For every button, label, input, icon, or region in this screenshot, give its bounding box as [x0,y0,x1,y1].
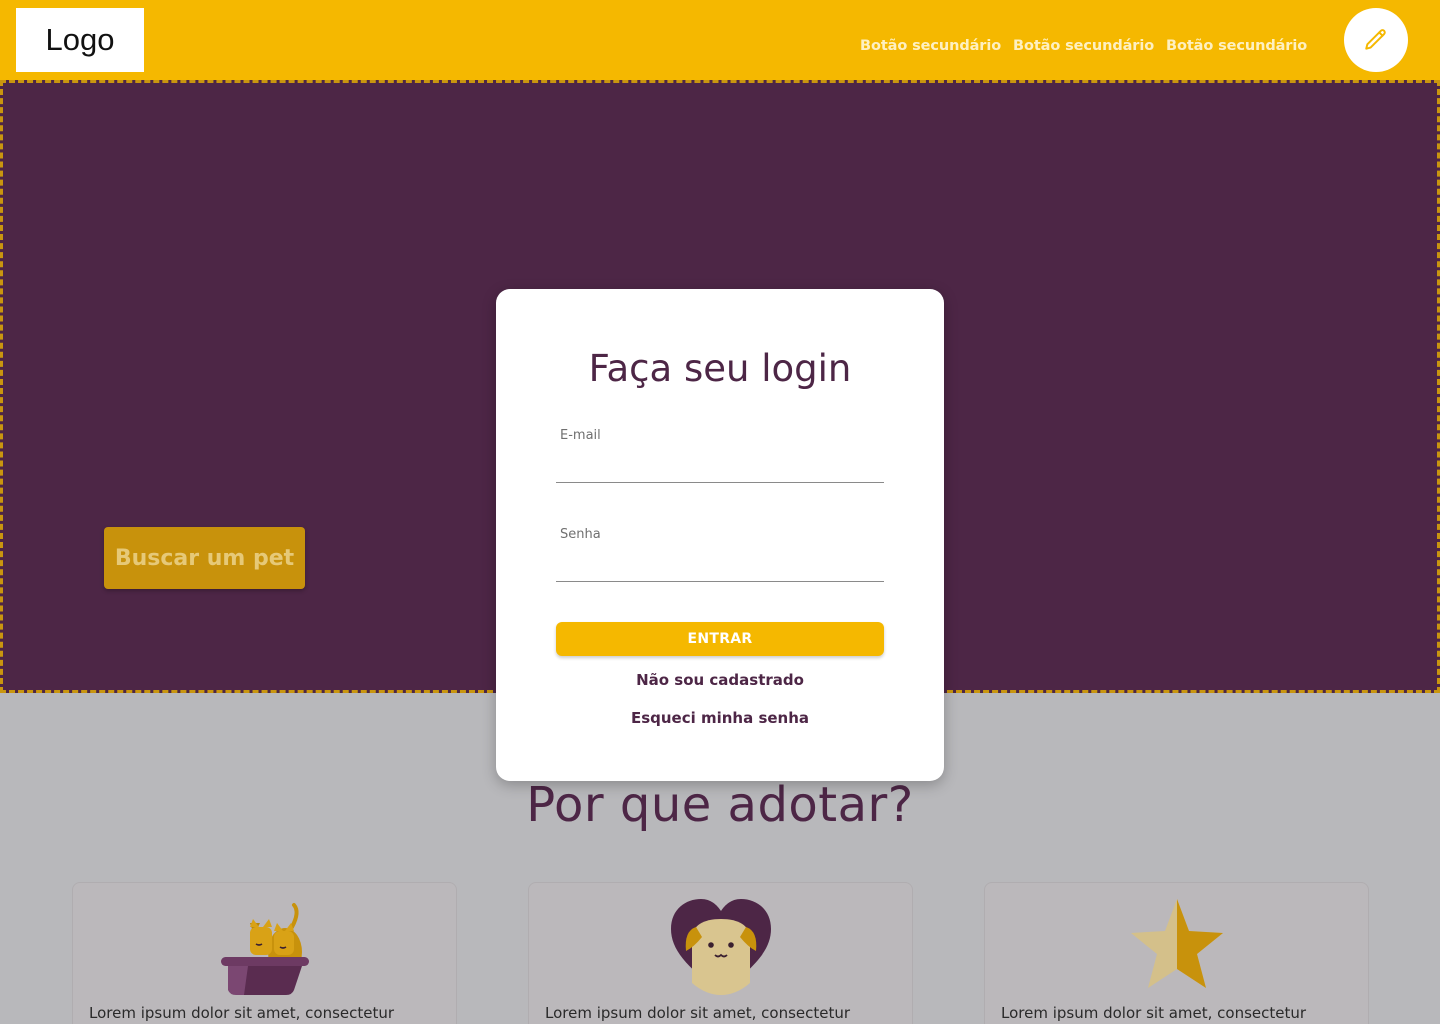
why-card-2-text: Lorem ipsum dolor sit amet, consectetur [545,1004,851,1022]
why-card-1: Lorem ipsum dolor sit amet, consectetur [72,882,457,1024]
register-link[interactable]: Não sou cadastrado [496,671,944,689]
edit-button[interactable] [1344,8,1408,72]
dog-heart-icon [670,899,771,995]
why-card-1-text: Lorem ipsum dolor sit amet, consectetur [89,1004,395,1022]
email-field[interactable] [556,455,884,483]
nav-secondary-button-3[interactable]: Botão secundário [1166,38,1307,54]
logo[interactable]: Logo [16,8,144,72]
search-pet-button[interactable]: Buscar um pet [104,527,305,589]
login-title: Faça seu login [588,347,852,390]
nav-secondary-button-1[interactable]: Botão secundário [860,38,1001,54]
star-icon [1130,899,1223,988]
nav-secondary-button-2[interactable]: Botão secundário [1013,38,1154,54]
login-submit-button[interactable]: ENTRAR [556,622,884,656]
email-label: E-mail [560,428,601,443]
password-label: Senha [560,527,601,542]
password-field[interactable] [556,554,884,582]
login-modal: Faça seu login E-mail Senha ENTRAR Não s… [496,289,944,781]
forgot-password-link[interactable]: Esqueci minha senha [496,709,944,727]
top-header: Logo Botão secundário Botão secundário B… [0,0,1440,80]
pencil-icon [1365,29,1386,50]
cat-bed-icon [220,903,309,995]
why-card-2: Lorem ipsum dolor sit amet, consectetur [528,882,913,1024]
why-adopt-title: Por que adotar? [526,777,914,833]
why-card-3-text: Lorem ipsum dolor sit amet, consectetur [1001,1004,1307,1022]
why-card-3: Lorem ipsum dolor sit amet, consectetur [984,882,1369,1024]
